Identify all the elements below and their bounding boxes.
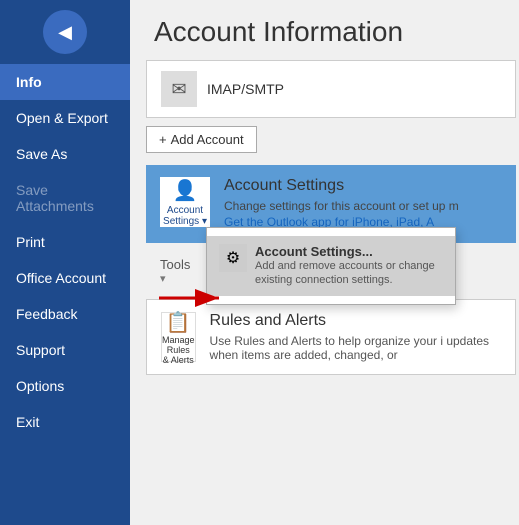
- sidebar-item-label: Office Account: [16, 270, 106, 286]
- add-account-button[interactable]: + Add Account: [146, 126, 257, 153]
- account-settings-dropdown-item[interactable]: ⚙ Account Settings... Add and remove acc…: [207, 236, 455, 296]
- rules-icon-label: Manage Rules& Alerts: [162, 335, 195, 365]
- imap-card: ✉ IMAP/SMTP: [146, 60, 516, 118]
- sidebar-item-feedback[interactable]: Feedback: [0, 296, 130, 332]
- page-title: Account Information: [130, 0, 519, 60]
- dropdown-item-desc: Add and remove accounts or change existi…: [255, 259, 443, 288]
- rules-text: Rules and Alerts Use Rules and Alerts to…: [210, 312, 501, 362]
- plus-icon: +: [159, 132, 167, 147]
- dropdown-item-title: Account Settings...: [255, 244, 443, 259]
- account-settings-desc: Change settings for this account or set …: [224, 199, 502, 213]
- sidebar-item-support[interactable]: Support: [0, 332, 130, 368]
- account-settings-icon-label: Account Settings ▾: [163, 205, 207, 227]
- back-button[interactable]: ◀: [43, 10, 87, 54]
- main-content: Account Information ✉ IMAP/SMTP + Add Ac…: [130, 0, 519, 525]
- sidebar-item-exit[interactable]: Exit: [0, 404, 130, 440]
- gear-icon: ⚙: [226, 248, 240, 268]
- sidebar-item-save-as[interactable]: Save As: [0, 136, 130, 172]
- account-settings-person-icon: 👤: [173, 178, 198, 203]
- imap-label: IMAP/SMTP: [207, 81, 284, 97]
- dropdown-item-icon: ⚙: [219, 244, 247, 272]
- imap-icon: ✉: [161, 71, 197, 107]
- sidebar-item-open-export[interactable]: Open & Export: [0, 100, 130, 136]
- sidebar-item-label: Exit: [16, 414, 39, 430]
- sidebar-item-info[interactable]: Info: [0, 64, 130, 100]
- sidebar: ◀ Info Open & Export Save As Save Attach…: [0, 0, 130, 525]
- back-icon: ◀: [58, 22, 72, 43]
- rules-title: Rules and Alerts: [210, 312, 501, 330]
- dropdown-item-text: Account Settings... Add and remove accou…: [255, 244, 443, 288]
- add-account-label: Add Account: [171, 132, 244, 147]
- sidebar-item-label: Save Attachments: [16, 182, 94, 214]
- account-settings-dropdown: ⚙ Account Settings... Add and remove acc…: [206, 227, 456, 305]
- imap-icon-symbol: ✉: [171, 79, 186, 100]
- account-settings-title: Account Settings: [224, 177, 502, 195]
- sidebar-item-label: Print: [16, 234, 45, 250]
- sidebar-item-label: Open & Export: [16, 110, 108, 126]
- account-settings-icon-button[interactable]: 👤 Account Settings ▾: [160, 177, 210, 227]
- content-area: ✉ IMAP/SMTP + Add Account 👤 Account Sett…: [130, 60, 519, 375]
- sidebar-item-label: Support: [16, 342, 65, 358]
- sidebar-item-label: Info: [16, 74, 42, 90]
- sidebar-item-label: Save As: [16, 146, 67, 162]
- sidebar-item-office-account[interactable]: Office Account: [0, 260, 130, 296]
- account-settings-text: Account Settings Change settings for thi…: [224, 177, 502, 231]
- arrow-indicator: [154, 283, 234, 318]
- sidebar-item-label: Feedback: [16, 306, 77, 322]
- sidebar-item-print[interactable]: Print: [0, 224, 130, 260]
- rules-desc: Use Rules and Alerts to help organize yo…: [210, 334, 501, 362]
- sidebar-item-options[interactable]: Options: [0, 368, 130, 404]
- sidebar-item-save-attachments: Save Attachments: [0, 172, 130, 224]
- rules-icon[interactable]: 📋 Manage Rules& Alerts: [161, 312, 196, 362]
- sidebar-item-label: Options: [16, 378, 64, 394]
